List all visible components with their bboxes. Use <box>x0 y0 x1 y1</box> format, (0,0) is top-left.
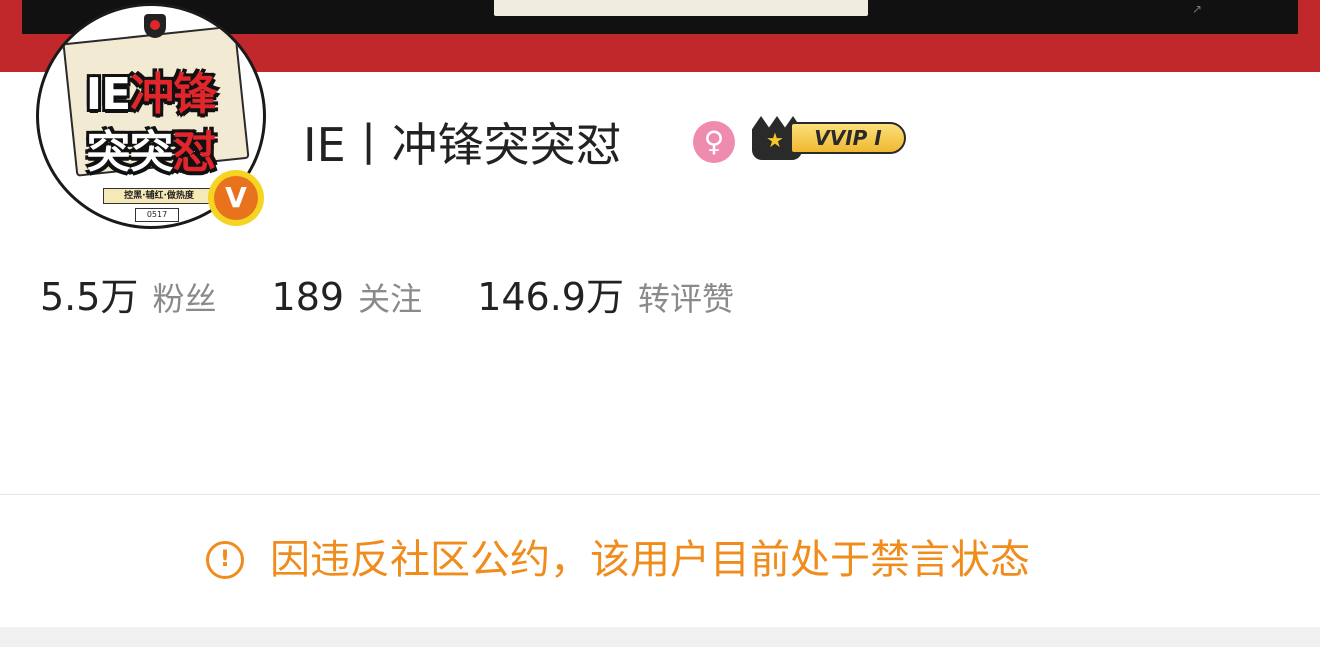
bottom-separator <box>0 627 1320 647</box>
shield-icon <box>144 14 166 38</box>
avatar-code: 0517 <box>135 208 179 222</box>
stat-label: 转评赞 <box>637 280 734 318</box>
vvip-label: VVIP I <box>790 122 906 154</box>
ban-notice: ! 因违反社区公约，该用户目前处于禁言状态 <box>0 495 1320 627</box>
verified-mark: V <box>214 176 258 220</box>
stat-value: 146.9万 <box>477 275 624 319</box>
banner-label-strip <box>494 0 868 16</box>
stat-value: 5.5万 <box>40 275 139 319</box>
avatar-tagline: 控黑·辅红·做热度 <box>103 188 215 204</box>
stat-following[interactable]: 189 关注 <box>272 274 423 320</box>
profile-stats: 5.5万 粉丝 189 关注 146.9万 转评赞 <box>40 266 784 321</box>
stat-label: 关注 <box>358 280 423 318</box>
stat-label: 粉丝 <box>152 280 217 318</box>
female-icon: ♀ <box>693 121 735 163</box>
vvip-badge[interactable]: VVIP I <box>752 116 912 160</box>
stat-interactions[interactable]: 146.9万 转评赞 <box>477 266 734 321</box>
username: IE丨冲锋突突怼 <box>303 118 622 172</box>
stat-value: 189 <box>271 275 345 319</box>
banner-arrow-icon: ↗ <box>1191 2 1202 16</box>
avatar-title-line1: IE冲锋 <box>85 69 217 120</box>
stat-followers[interactable]: 5.5万 粉丝 <box>40 266 216 321</box>
warning-icon: ! <box>206 541 244 579</box>
ban-notice-text: 因违反社区公约，该用户目前处于禁言状态 <box>270 537 1030 583</box>
verified-badge-icon: V <box>208 170 264 226</box>
